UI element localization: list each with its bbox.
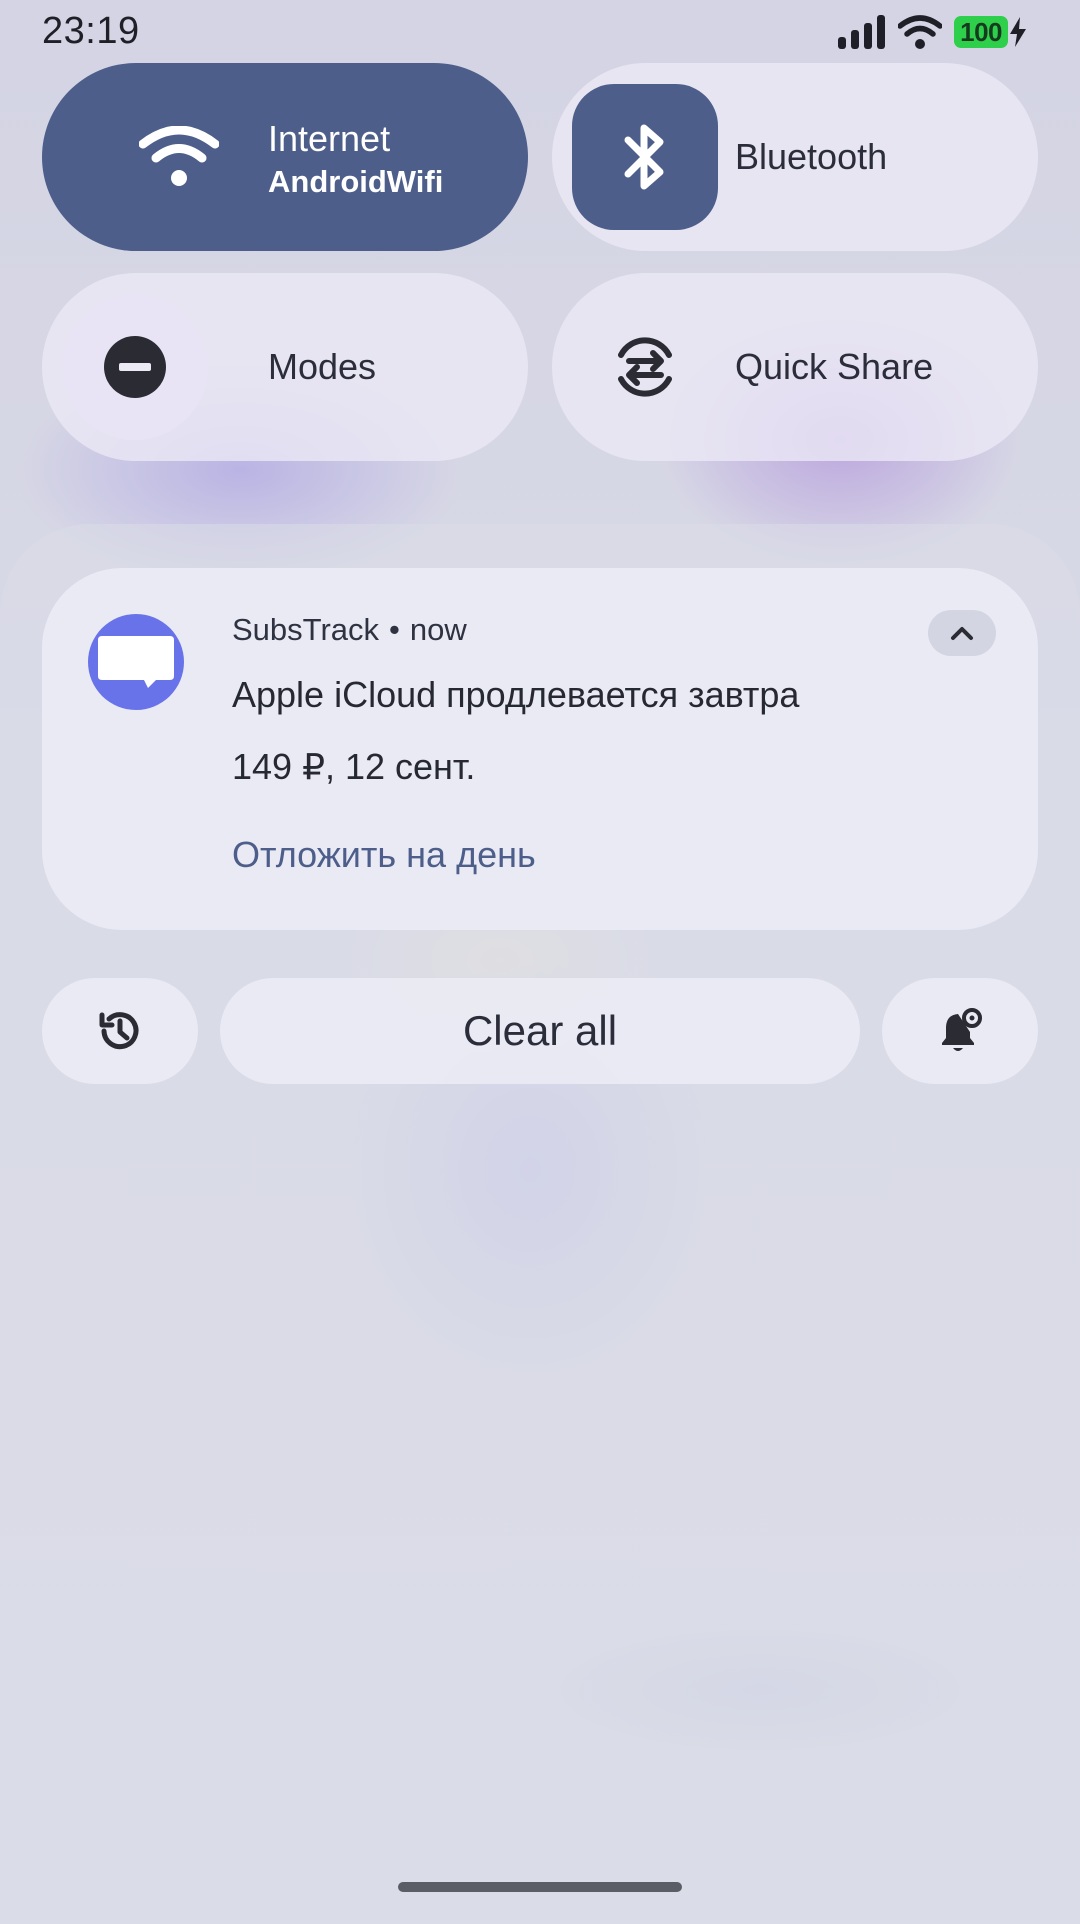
tile-internet-sublabel: AndroidWifi xyxy=(268,164,444,199)
tile-internet-text: Internet AndroidWifi xyxy=(268,118,443,200)
do-not-disturb-icon xyxy=(104,336,166,398)
tile-modes[interactable]: Modes xyxy=(42,273,528,461)
tile-bluetooth-label: Bluetooth xyxy=(735,136,888,177)
charging-bolt-icon xyxy=(1010,17,1026,47)
header-separator: • xyxy=(389,612,400,647)
notification-time: now xyxy=(409,612,467,647)
app-icon xyxy=(88,614,184,710)
battery-level: 100 xyxy=(954,16,1008,48)
tile-internet[interactable]: Internet AndroidWifi xyxy=(42,63,528,251)
bluetooth-icon xyxy=(624,124,664,190)
app-name: SubsTrack xyxy=(232,612,380,647)
tile-quick-share[interactable]: Quick Share xyxy=(552,273,1038,461)
history-icon xyxy=(99,1012,139,1050)
clock: 23:19 xyxy=(42,10,140,52)
status-bar: 23:19 100 xyxy=(0,0,1080,62)
clear-all-button[interactable]: Clear all xyxy=(220,978,860,1084)
chevron-up-icon xyxy=(951,627,973,640)
tile-bluetooth[interactable]: Bluetooth xyxy=(552,63,1038,251)
snooze-action-button[interactable]: Отложить на день xyxy=(232,834,536,876)
message-icon xyxy=(98,636,174,688)
notification-settings-icon xyxy=(942,1008,982,1051)
tile-internet-label: Internet xyxy=(268,118,391,159)
quick-share-icon xyxy=(618,337,672,397)
wifi-icon xyxy=(139,126,219,186)
notification-settings-button[interactable] xyxy=(882,978,1038,1084)
tile-modes-label: Modes xyxy=(268,346,377,387)
tile-modes-icon-wrap xyxy=(62,294,208,440)
battery-icon: 100 xyxy=(954,16,1028,48)
home-indicator[interactable] xyxy=(398,1882,682,1892)
tile-quick-share-label: Quick Share xyxy=(735,346,934,387)
status-icons: 100 xyxy=(838,14,1028,50)
notification-title: Apple iCloud продлевается завтра xyxy=(232,674,800,715)
tile-internet-icon-wrap xyxy=(104,82,254,232)
wifi-icon xyxy=(898,15,943,49)
notification-header: SubsTrack • now xyxy=(232,612,467,648)
collapse-button[interactable] xyxy=(928,610,996,656)
tile-quick-share-icon-wrap xyxy=(572,294,718,440)
notification-text: 149 ₽, 12 сент. xyxy=(232,746,476,787)
notification-history-button[interactable] xyxy=(42,978,198,1084)
notification-card[interactable]: SubsTrack • now Apple iCloud продлевается … xyxy=(42,568,1038,930)
clear-all-label: Clear all xyxy=(462,1007,618,1054)
signal-icon xyxy=(838,15,886,49)
tile-bluetooth-icon-wrap xyxy=(572,84,718,230)
